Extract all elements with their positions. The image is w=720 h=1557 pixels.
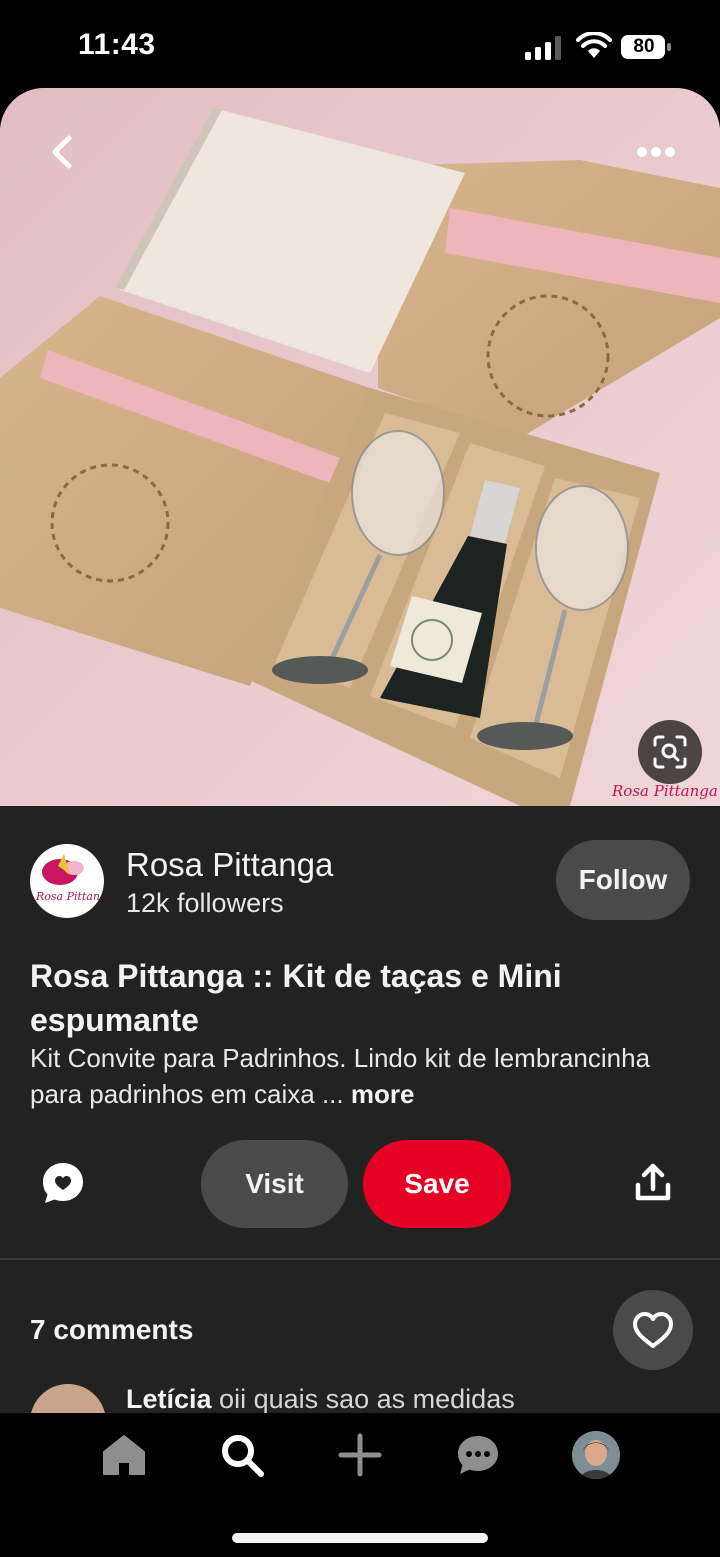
nav-messages[interactable] [454, 1431, 502, 1479]
home-icon [103, 1435, 145, 1475]
battery-level: 80 [633, 36, 655, 57]
visual-search-button[interactable] [638, 720, 702, 784]
comment-item[interactable]: Letícia oii quais sao as medidas [30, 1384, 690, 1413]
heart-icon [633, 1312, 673, 1348]
visual-search-icon [653, 735, 687, 769]
comment-bubble-icon [43, 1163, 83, 1203]
section-divider [0, 1258, 720, 1260]
visit-button[interactable]: Visit [201, 1140, 348, 1228]
nav-create[interactable] [336, 1431, 384, 1479]
creator-name[interactable]: Rosa Pittanga [126, 846, 333, 884]
cellular-signal-icon [525, 36, 561, 60]
status-bar: 11:43 80 [0, 0, 720, 88]
react-button[interactable] [613, 1290, 693, 1370]
share-icon [635, 1163, 671, 1201]
pin-description-text: Kit Convite para Padrinhos. Lindo kit de… [30, 1043, 651, 1109]
chevron-left-icon [52, 135, 72, 169]
share-button[interactable] [630, 1160, 676, 1206]
status-time: 11:43 [78, 28, 156, 61]
commenter-avatar[interactable] [30, 1384, 106, 1413]
nav-profile-avatar[interactable] [572, 1431, 620, 1479]
search-icon [222, 1435, 264, 1477]
battery-indicator: 80 [620, 34, 672, 60]
more-link[interactable]: more [351, 1079, 415, 1109]
image-watermark: Rosa Pittanga [612, 782, 718, 800]
pin-title: Rosa Pittanga :: Kit de taças e Mini esp… [30, 958, 562, 1038]
comment-text: Letícia oii quais sao as medidas [126, 1384, 515, 1413]
creator-followers: 12k followers [126, 888, 284, 918]
comment-button[interactable] [40, 1160, 86, 1206]
bottom-navigation [0, 1413, 720, 1557]
nav-home[interactable] [100, 1431, 148, 1479]
home-indicator [232, 1533, 488, 1543]
comments-count: 7 comments [30, 1314, 194, 1345]
creator-logo-text: Rosa Pittanga [36, 890, 104, 903]
chat-icon [458, 1436, 498, 1474]
ellipsis-icon [637, 147, 675, 157]
nav-search[interactable] [218, 1431, 266, 1479]
follow-button[interactable]: Follow [556, 840, 690, 920]
pin-image[interactable]: Rosa Pittanga [0, 88, 720, 806]
pin-details-panel: Rosa Pittanga Rosa Pittanga 12k follower… [0, 806, 720, 1413]
creator-avatar[interactable]: Rosa Pittanga [30, 844, 104, 918]
plus-icon [338, 1433, 382, 1477]
comment-body: oii quais sao as medidas [211, 1384, 515, 1413]
more-options-button[interactable] [628, 132, 684, 172]
comment-author[interactable]: Letícia [126, 1384, 212, 1413]
pin-photo [0, 88, 720, 806]
creator-logo-icon [42, 854, 84, 885]
save-button[interactable]: Save [363, 1140, 511, 1228]
back-button[interactable] [38, 128, 86, 176]
pin-description: Kit Convite para Padrinhos. Lindo kit de… [30, 1040, 690, 1112]
avatar [572, 1431, 620, 1479]
wifi-icon [576, 32, 612, 58]
